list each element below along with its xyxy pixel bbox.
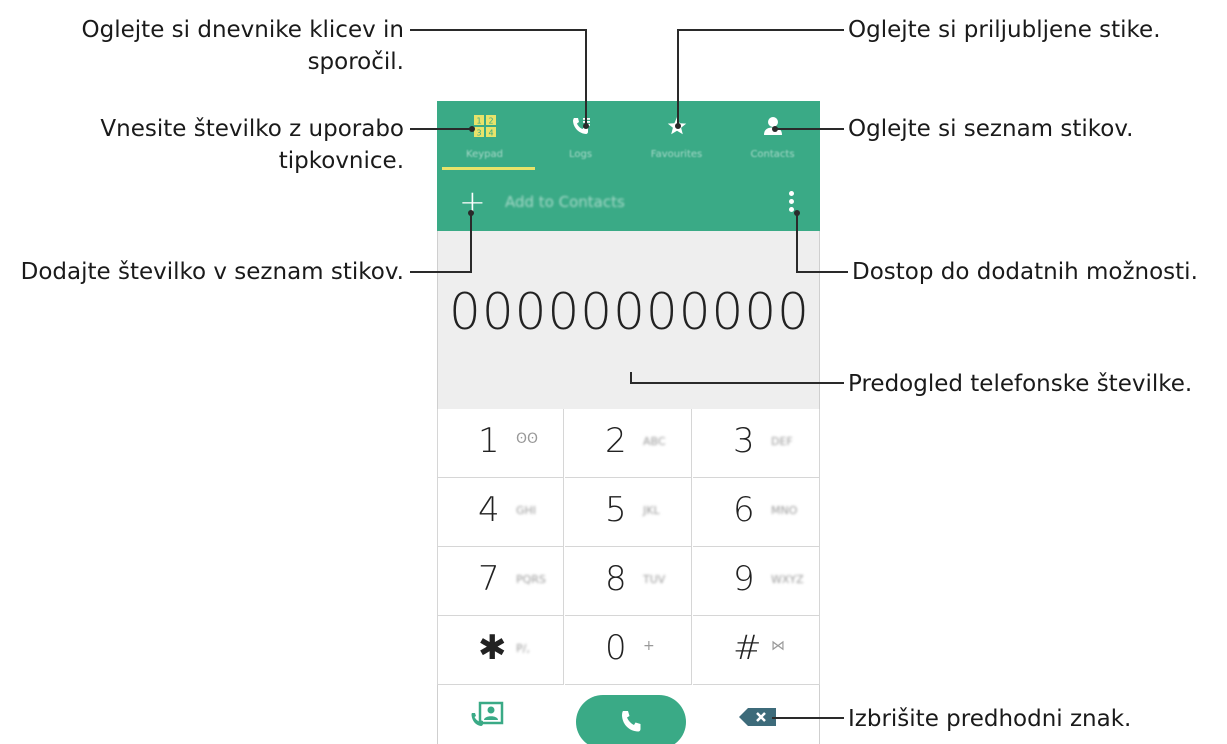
leader-dot-logs bbox=[583, 123, 589, 129]
phone-icon bbox=[622, 711, 641, 732]
key-digit: 7 bbox=[478, 559, 500, 599]
leader-line-add bbox=[410, 271, 472, 273]
leader-dot-more bbox=[794, 210, 800, 216]
key-digit: 5 bbox=[605, 490, 627, 530]
tab-favourites-label: Favourites bbox=[650, 149, 703, 160]
key-letters: WXYZ bbox=[771, 573, 804, 586]
key-7[interactable]: 7 PQRS bbox=[437, 547, 564, 616]
key-digit: ✱ bbox=[478, 628, 507, 668]
callout-keypad: Vnesite številko z uporabo tipkovnice. bbox=[40, 113, 404, 177]
leader-line-more bbox=[796, 271, 848, 273]
tab-selected-indicator bbox=[442, 167, 535, 170]
key-digit: 0 bbox=[605, 628, 627, 668]
key-5[interactable]: 5 JKL bbox=[565, 478, 692, 547]
key-6[interactable]: 6 MNO bbox=[693, 478, 820, 547]
leader-dot-add bbox=[468, 210, 474, 216]
leader-line-logs bbox=[410, 29, 586, 31]
leader-line-delete bbox=[772, 717, 844, 719]
key-4[interactable]: 4 GHI bbox=[437, 478, 564, 547]
key-digit: 4 bbox=[478, 490, 500, 530]
add-to-contacts-bar: + Add to Contacts bbox=[437, 177, 820, 231]
tab-logs[interactable]: Logs bbox=[533, 101, 628, 177]
tab-keypad-label: Keypad bbox=[466, 149, 503, 160]
svg-text:3: 3 bbox=[476, 129, 481, 138]
callout-keypad-line2: tipkovnice. bbox=[278, 148, 404, 174]
key-star[interactable]: ✱ P/, bbox=[437, 616, 564, 685]
tab-keypad[interactable]: 1 2 3 4 Keypad bbox=[437, 101, 532, 177]
key-plus: + bbox=[643, 638, 655, 654]
video-call-button[interactable] bbox=[470, 701, 504, 731]
key-digit: 6 bbox=[733, 490, 755, 530]
key-letters: PQRS bbox=[516, 573, 546, 586]
leader-line-favourites-vertical bbox=[677, 29, 679, 127]
callout-add-contact: Dodajte številko v seznam stikov. bbox=[20, 259, 404, 285]
key-letters: TUV bbox=[643, 573, 666, 586]
key-letters: DEF bbox=[771, 435, 793, 448]
phone-number-preview: 00000000000 bbox=[449, 283, 810, 341]
key-digit: 8 bbox=[605, 559, 627, 599]
tab-logs-label: Logs bbox=[568, 149, 593, 160]
key-digit: 2 bbox=[605, 421, 627, 461]
call-log-icon bbox=[533, 115, 628, 142]
key-letters: ABC bbox=[643, 435, 666, 448]
svg-text:1: 1 bbox=[476, 117, 481, 126]
key-digit: 1 bbox=[478, 421, 500, 461]
key-3[interactable]: 3 DEF bbox=[693, 409, 820, 478]
vibrate-icon: ⋈ bbox=[771, 638, 785, 654]
tab-bar: 1 2 3 4 Keypad Logs Favourites Contacts bbox=[437, 101, 820, 177]
leader-line-favourites bbox=[677, 29, 844, 31]
callout-favourites: Oglejte si priljubljene stike. bbox=[848, 17, 1161, 43]
callout-more-options: Dostop do dodatnih možnosti. bbox=[852, 259, 1198, 285]
callout-logs-line1: Oglejte si dnevnike klicev in bbox=[81, 17, 404, 43]
key-2[interactable]: 2 ABC bbox=[565, 409, 692, 478]
callout-number-preview: Predogled telefonske številke. bbox=[848, 371, 1193, 397]
key-digit: 9 bbox=[733, 559, 755, 599]
key-letters: JKL bbox=[643, 504, 660, 517]
key-9[interactable]: 9 WXYZ bbox=[693, 547, 820, 616]
bottom-action-bar bbox=[437, 685, 820, 744]
callout-contacts: Oglejte si seznam stikov. bbox=[848, 116, 1134, 142]
key-digit: 3 bbox=[733, 421, 755, 461]
key-hash[interactable]: # ⋈ bbox=[693, 616, 820, 685]
callout-delete: Izbrišite predhodni znak. bbox=[848, 706, 1132, 732]
key-letters: MNO bbox=[771, 504, 798, 517]
leader-line-keypad bbox=[410, 128, 472, 130]
key-8[interactable]: 8 TUV bbox=[565, 547, 692, 616]
phone-screen: 1 2 3 4 Keypad Logs Favourites Contacts … bbox=[437, 101, 820, 744]
tab-contacts[interactable]: Contacts bbox=[725, 101, 820, 177]
callout-logs: Oglejte si dnevnike klicev in sporočil. bbox=[40, 14, 404, 78]
svg-text:4: 4 bbox=[488, 129, 493, 138]
contact-card-icon bbox=[471, 701, 504, 726]
leader-dot-keypad bbox=[469, 126, 475, 132]
dial-keypad: 1 ʘʘ 2 ABC 3 DEF 4 GHI 5 JKL 6 MNO 7 PQRS 8 TUV … bbox=[437, 409, 820, 685]
leader-dot-contacts bbox=[772, 126, 778, 132]
svg-text:2: 2 bbox=[488, 117, 493, 126]
voicemail-icon: ʘʘ bbox=[516, 431, 539, 447]
call-button[interactable] bbox=[576, 695, 686, 744]
key-0[interactable]: 0 + bbox=[565, 616, 692, 685]
leader-line-add-vertical bbox=[470, 214, 472, 273]
tab-contacts-label: Contacts bbox=[750, 149, 795, 160]
leader-line-preview bbox=[630, 382, 844, 384]
callout-keypad-line1: Vnesite številko z uporabo bbox=[100, 116, 404, 142]
leader-line-contacts bbox=[775, 128, 844, 130]
key-1[interactable]: 1 ʘʘ bbox=[437, 409, 564, 478]
add-to-contacts-label[interactable]: Add to Contacts bbox=[505, 193, 625, 211]
callout-logs-line2: sporočil. bbox=[307, 49, 404, 75]
key-letters: P/, bbox=[516, 642, 530, 655]
key-letters: GHI bbox=[516, 504, 537, 517]
leader-dot-favourites bbox=[675, 123, 681, 129]
leader-line-more-vertical bbox=[796, 214, 798, 273]
key-digit: # bbox=[733, 628, 762, 668]
leader-line-logs-vertical bbox=[585, 29, 587, 127]
